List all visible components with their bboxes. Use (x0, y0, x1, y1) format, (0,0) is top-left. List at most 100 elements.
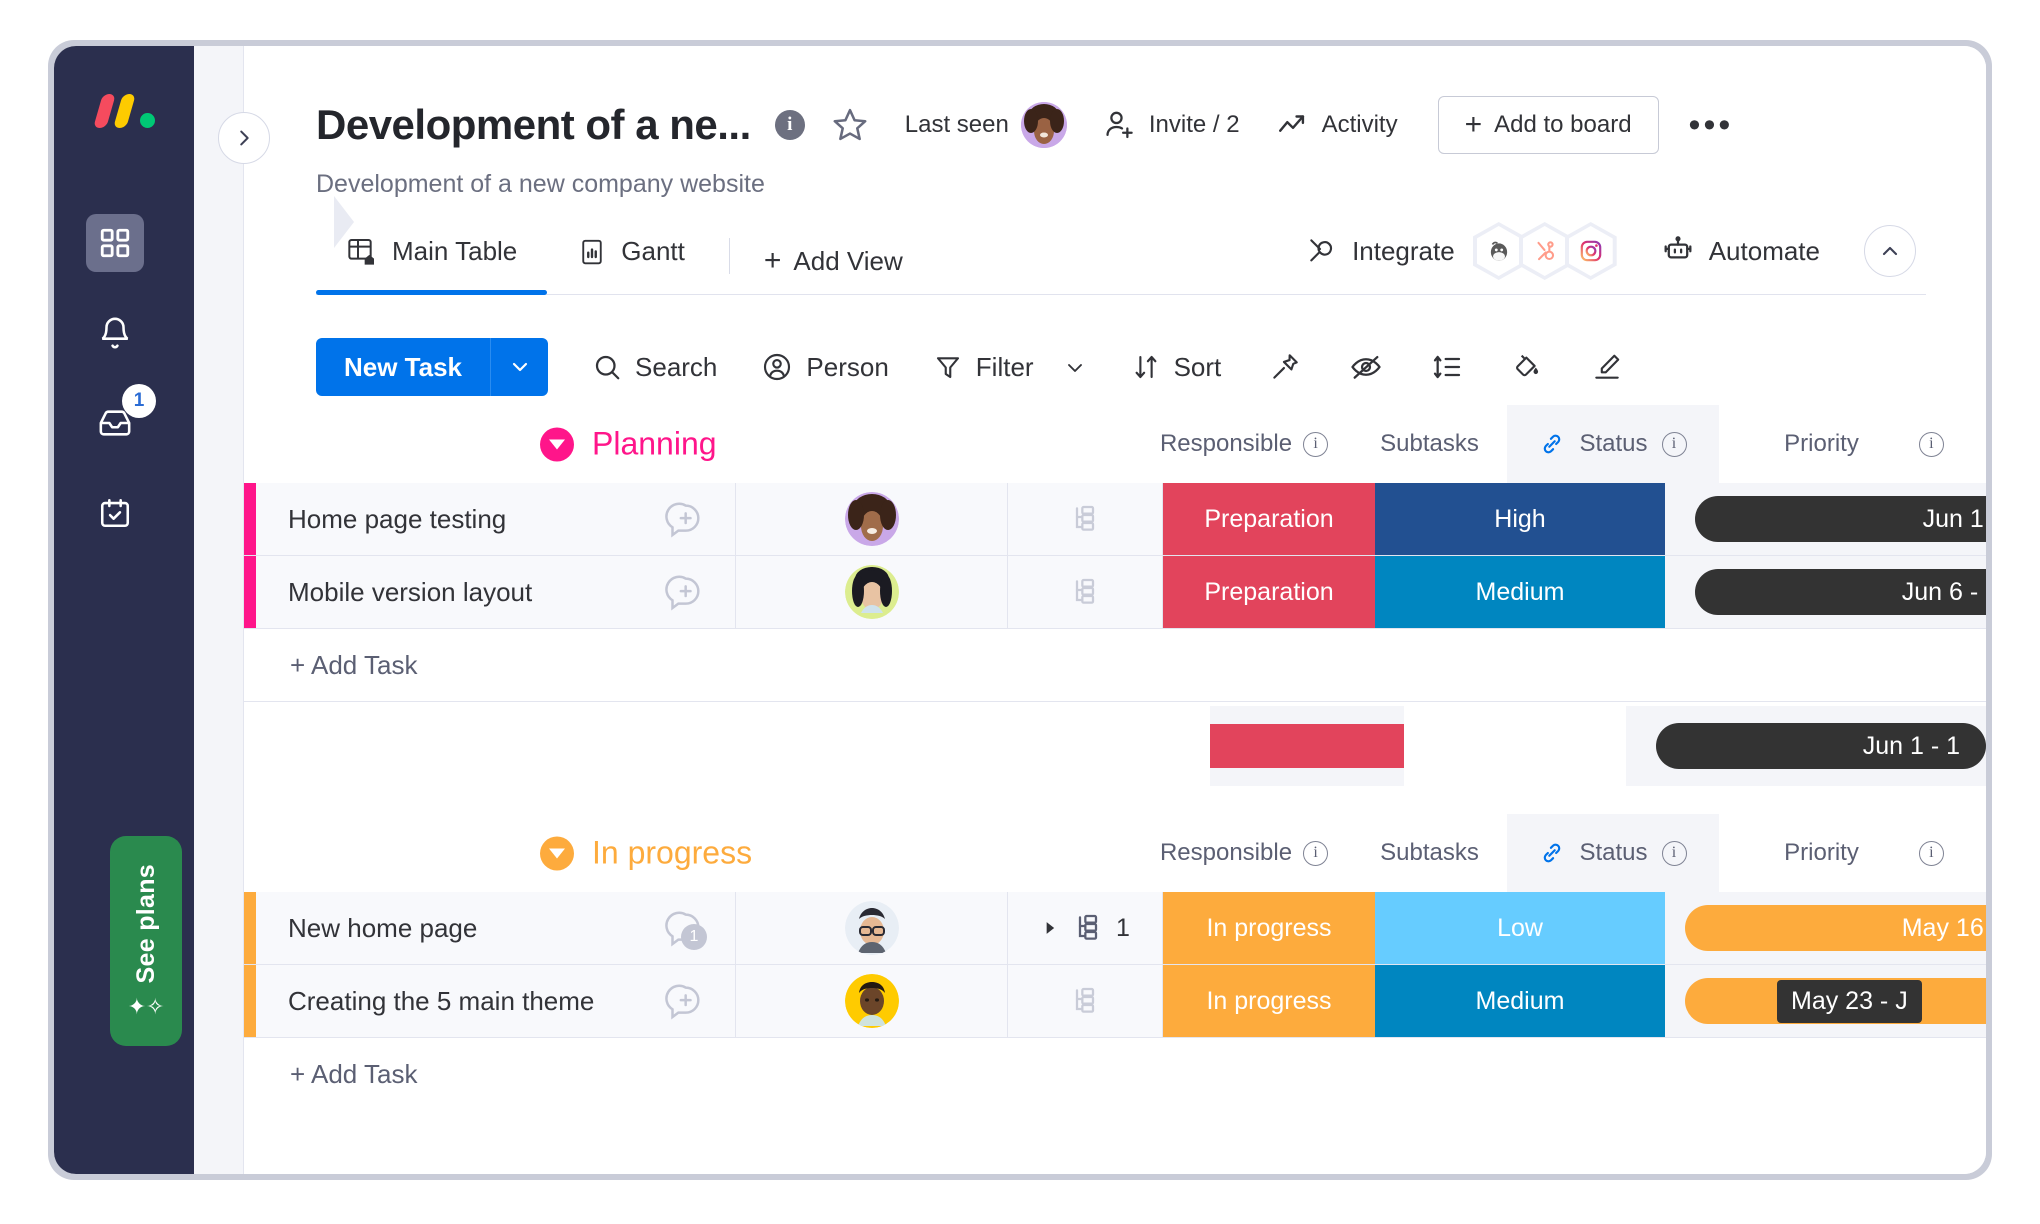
column-header-status[interactable]: Status i (1507, 405, 1719, 483)
timeline-pill[interactable]: May 23 - J (1685, 978, 1986, 1024)
row-color-bar (244, 556, 256, 628)
cell-subtasks[interactable] (1008, 556, 1163, 628)
mailchimp-icon[interactable] (1473, 222, 1525, 280)
sidebar-item-workspaces[interactable] (86, 214, 144, 272)
table-row[interactable]: Home page testing (244, 483, 1986, 556)
edit-pencil-icon[interactable] (1591, 351, 1623, 383)
favorite-star-button[interactable] (831, 106, 869, 144)
sidebar-item-my-work[interactable] (86, 484, 144, 542)
paint-bucket-icon[interactable] (1511, 351, 1543, 383)
cell-responsible[interactable] (736, 483, 1008, 555)
info-icon[interactable]: i (1919, 432, 1944, 457)
invite-button[interactable]: Invite / 2 (1103, 108, 1240, 142)
eye-hidden-icon[interactable] (1349, 350, 1383, 384)
add-task-row-planning[interactable]: + Add Task (244, 629, 1986, 702)
cell-priority[interactable]: Medium (1375, 556, 1665, 628)
cell-task-name[interactable]: Mobile version layout (256, 556, 736, 628)
column-header-subtasks[interactable]: Subtasks (1352, 814, 1507, 892)
cell-responsible[interactable] (736, 556, 1008, 628)
last-seen[interactable]: Last seen (905, 102, 1067, 148)
avatar[interactable] (845, 974, 899, 1028)
cell-subtasks[interactable] (1008, 483, 1163, 555)
cell-terms[interactable]: Jun 6 - 1 (1665, 556, 1986, 628)
row-height-icon[interactable] (1431, 351, 1463, 383)
cell-subtasks[interactable] (1008, 965, 1163, 1037)
cell-status[interactable]: In progress (1163, 965, 1375, 1037)
info-icon[interactable]: i (1919, 841, 1944, 866)
new-task-dropdown-caret[interactable] (490, 338, 548, 396)
cell-priority[interactable]: Low (1375, 892, 1665, 964)
table-row[interactable]: New home page 1 (244, 892, 1986, 965)
cell-task-name[interactable]: Creating the 5 main theme (256, 965, 736, 1037)
filter-button[interactable]: Filter (933, 352, 1087, 383)
new-task-button[interactable]: New Task (316, 338, 548, 396)
caret-down-icon[interactable] (540, 836, 574, 870)
info-icon[interactable]: i (1303, 841, 1328, 866)
pin-icon[interactable] (1269, 351, 1301, 383)
timeline-pill[interactable]: Jun 1 - (1695, 496, 1986, 542)
comment-add-icon[interactable] (665, 499, 705, 539)
timeline-pill[interactable]: May 16 - (1685, 905, 1986, 951)
comment-add-icon[interactable] (665, 981, 705, 1021)
avatar[interactable] (845, 901, 899, 955)
column-header-responsible[interactable]: Responsible i (1136, 814, 1352, 892)
cell-responsible[interactable] (736, 965, 1008, 1037)
avatar[interactable] (845, 565, 899, 619)
search-button[interactable]: Search (592, 352, 717, 383)
automate-button[interactable]: Automate (1661, 234, 1820, 268)
cell-subtasks[interactable]: 1 (1008, 892, 1163, 964)
table-row[interactable]: Creating the 5 main theme (244, 965, 1986, 1038)
timeline-pill[interactable]: Jun 6 - 1 (1695, 569, 1986, 615)
info-icon[interactable]: i (1662, 841, 1687, 866)
monday-logo[interactable] (96, 94, 162, 130)
cell-terms[interactable]: May 16 - (1665, 892, 1986, 964)
instagram-icon[interactable] (1565, 222, 1617, 280)
info-icon[interactable]: i (1303, 432, 1328, 457)
cell-priority[interactable]: High (1375, 483, 1665, 555)
cell-responsible[interactable] (736, 892, 1008, 964)
comment-icon[interactable]: 1 (665, 908, 705, 948)
cell-status[interactable]: Preparation (1163, 483, 1375, 555)
cell-status[interactable]: In progress (1163, 892, 1375, 964)
cell-status[interactable]: Preparation (1163, 556, 1375, 628)
hubspot-icon[interactable] (1519, 222, 1571, 280)
avatar[interactable] (1021, 102, 1067, 148)
cell-terms[interactable]: Jun 1 - (1665, 483, 1986, 555)
info-icon[interactable]: i (1662, 432, 1687, 457)
sidebar-item-notifications[interactable] (86, 304, 144, 362)
group-title[interactable]: In progress (540, 835, 752, 872)
column-header-priority[interactable]: Priority i (1719, 814, 1986, 892)
inbox-badge: 1 (122, 384, 156, 418)
add-task-label: + Add Task (256, 1059, 417, 1090)
group-title[interactable]: Planning (540, 426, 717, 463)
add-view-button[interactable]: + Add View (764, 244, 903, 294)
activity-button[interactable]: Activity (1276, 108, 1398, 142)
expand-subtask-caret-icon[interactable] (1040, 918, 1060, 938)
board-more-menu-button[interactable]: ••• (1689, 108, 1734, 142)
column-header-subtasks[interactable]: Subtasks (1352, 405, 1507, 483)
cell-priority[interactable]: Medium (1375, 965, 1665, 1037)
sidebar-flag-marker (334, 196, 354, 248)
see-plans-button[interactable]: See plans ✦✧ (110, 836, 182, 1046)
column-header-responsible[interactable]: Responsible i (1136, 405, 1352, 483)
expand-sidebar-button[interactable] (218, 112, 270, 164)
person-filter-button[interactable]: Person (761, 351, 888, 383)
table-row[interactable]: Mobile version layout (244, 556, 1986, 629)
chevron-down-icon[interactable] (1063, 355, 1087, 379)
board-info-icon[interactable]: i (775, 110, 805, 140)
avatar[interactable] (845, 492, 899, 546)
cell-task-name[interactable]: Home page testing (256, 483, 736, 555)
cell-task-name[interactable]: New home page 1 (256, 892, 736, 964)
column-header-priority[interactable]: Priority i (1719, 405, 1986, 483)
collapse-header-button[interactable] (1864, 225, 1916, 277)
sidebar-item-inbox[interactable]: 1 (86, 394, 144, 452)
caret-down-icon[interactable] (540, 427, 574, 461)
sort-button[interactable]: Sort (1131, 352, 1222, 383)
add-to-board-button[interactable]: + Add to board (1438, 96, 1659, 154)
column-header-status[interactable]: Status i (1507, 814, 1719, 892)
comment-add-icon[interactable] (665, 572, 705, 612)
add-task-row-in-progress[interactable]: + Add Task (244, 1038, 1986, 1111)
integrate-button[interactable]: Integrate (1306, 235, 1455, 267)
cell-terms[interactable]: May 23 - J (1665, 965, 1986, 1037)
tab-gantt[interactable]: Gantt (547, 225, 715, 294)
